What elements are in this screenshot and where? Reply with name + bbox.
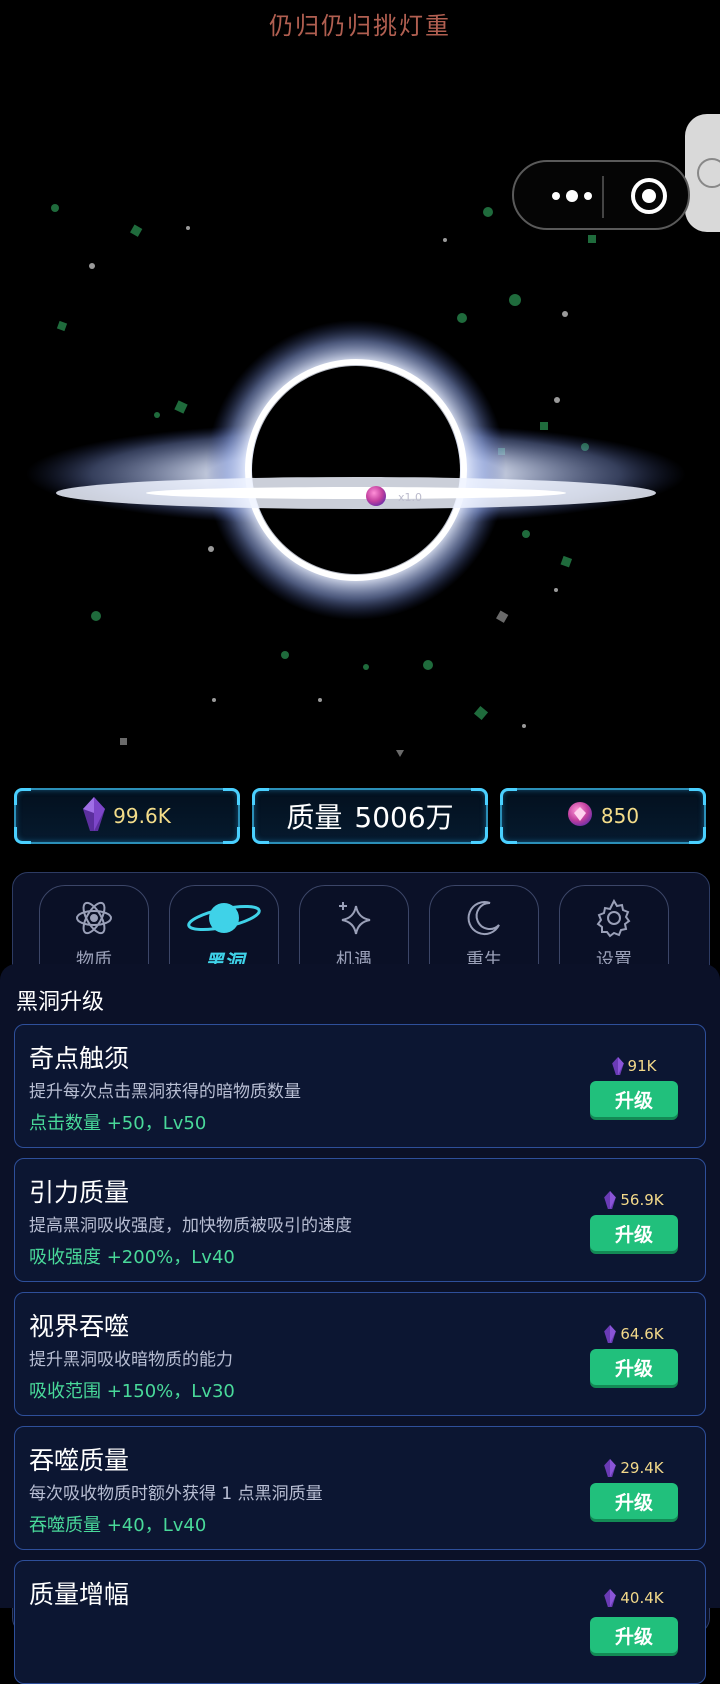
upgrade-effect: 点击数量 +50，Lv50	[29, 1113, 207, 1134]
frame-corner	[252, 827, 269, 844]
crystal-icon	[83, 797, 106, 835]
upgrade-button[interactable]: 升级	[590, 1081, 678, 1117]
gem-icon	[567, 801, 593, 831]
crystal-icon	[611, 1057, 624, 1075]
upgrade-cost-value: 29.4K	[620, 1459, 664, 1477]
upgrade-button[interactable]: 升级	[590, 1617, 678, 1653]
section-title: 黑洞升级	[16, 990, 105, 1015]
stats-bar: 99.6K 质量 5006万 850	[0, 788, 720, 846]
upgrade-desc: 提升黑洞吸收暗物质的能力	[29, 1350, 233, 1370]
gear-icon	[560, 894, 668, 942]
moon-icon	[430, 894, 538, 942]
frame-corner	[223, 827, 240, 844]
black-hole-scene[interactable]: x1.0	[0, 160, 720, 780]
crystal-icon	[604, 1459, 617, 1477]
upgrade-cost: 91K	[575, 1057, 693, 1075]
orbit-multiplier: x1.0	[398, 491, 422, 504]
upgrade-name: 引力质量	[29, 1178, 130, 1207]
orbiting-gem-icon	[366, 486, 386, 506]
dark-matter-counter: 99.6K	[14, 788, 240, 844]
upgrade-card: 奇点触须 提升每次点击黑洞获得的暗物质数量 点击数量 +50，Lv50 91K …	[14, 1024, 706, 1148]
header-title: 仍归仍归挑灯重	[269, 12, 451, 40]
frame-corner	[689, 827, 706, 844]
upgrade-section: 黑洞升级 奇点触须 提升每次点击黑洞获得的暗物质数量 点击数量 +50，Lv50…	[0, 964, 720, 1684]
upgrade-effect: 吞噬质量 +40，Lv40	[29, 1515, 207, 1536]
planet-ring-icon	[170, 894, 278, 942]
crystal-icon	[604, 1325, 617, 1343]
upgrade-cost: 64.6K	[575, 1325, 693, 1343]
frame-corner	[14, 788, 31, 805]
upgrade-desc: 提升每次点击黑洞获得的暗物质数量	[29, 1082, 301, 1102]
upgrade-desc: 每次吸收物质时额外获得 1 点黑洞质量	[29, 1484, 323, 1504]
upgrade-cost: 29.4K	[575, 1459, 693, 1477]
black-hole[interactable]: x1.0	[26, 320, 686, 620]
frame-corner	[471, 788, 488, 805]
upgrade-cost-value: 91K	[627, 1057, 657, 1075]
frame-corner	[500, 827, 517, 844]
upgrade-effect: 吸收强度 +200%，Lv40	[29, 1247, 235, 1268]
upgrade-name: 吞噬质量	[29, 1446, 130, 1475]
crystal-icon	[604, 1191, 617, 1209]
upgrade-card: 引力质量 提高黑洞吸收强度，加快物质被吸引的速度 吸收强度 +200%，Lv40…	[14, 1158, 706, 1282]
gem-counter: 850	[500, 788, 706, 844]
upgrade-card: 质量增幅 40.4K 升级	[14, 1560, 706, 1684]
upgrade-button[interactable]: 升级	[590, 1349, 678, 1385]
upgrade-cost: 40.4K	[575, 1589, 693, 1607]
frame-corner	[14, 827, 31, 844]
sparkle-icon	[300, 894, 408, 942]
upgrade-card: 吞噬质量 每次吸收物质时额外获得 1 点黑洞质量 吞噬质量 +40，Lv40 2…	[14, 1426, 706, 1550]
upgrade-button[interactable]: 升级	[590, 1215, 678, 1251]
upgrade-name: 视界吞噬	[29, 1312, 130, 1341]
frame-corner	[471, 827, 488, 844]
upgrade-cost-value: 56.9K	[620, 1191, 664, 1209]
upgrade-name: 奇点触须	[29, 1044, 130, 1073]
crystal-icon	[604, 1589, 617, 1607]
mass-value: 5006万	[354, 801, 454, 834]
frame-corner	[252, 788, 269, 805]
upgrade-name: 质量增幅	[29, 1580, 130, 1609]
upgrade-cost: 56.9K	[575, 1191, 693, 1209]
upgrade-desc: 提高黑洞吸收强度，加快物质被吸引的速度	[29, 1216, 352, 1236]
dark-matter-value: 99.6K	[113, 804, 171, 828]
atom-icon	[40, 894, 148, 942]
upgrade-card: 视界吞噬 提升黑洞吸收暗物质的能力 吸收范围 +150%，Lv30 64.6K …	[14, 1292, 706, 1416]
upgrade-effect: 吸收范围 +150%，Lv30	[29, 1381, 235, 1402]
frame-corner	[689, 788, 706, 805]
gem-value: 850	[600, 804, 640, 828]
upgrade-cost-value: 40.4K	[620, 1589, 664, 1607]
frame-corner	[500, 788, 517, 805]
mass-label: 质量	[286, 801, 343, 834]
mass-counter: 质量 5006万	[252, 788, 488, 844]
upgrade-button[interactable]: 升级	[590, 1483, 678, 1519]
upgrade-cost-value: 64.6K	[620, 1325, 664, 1343]
frame-corner	[223, 788, 240, 805]
